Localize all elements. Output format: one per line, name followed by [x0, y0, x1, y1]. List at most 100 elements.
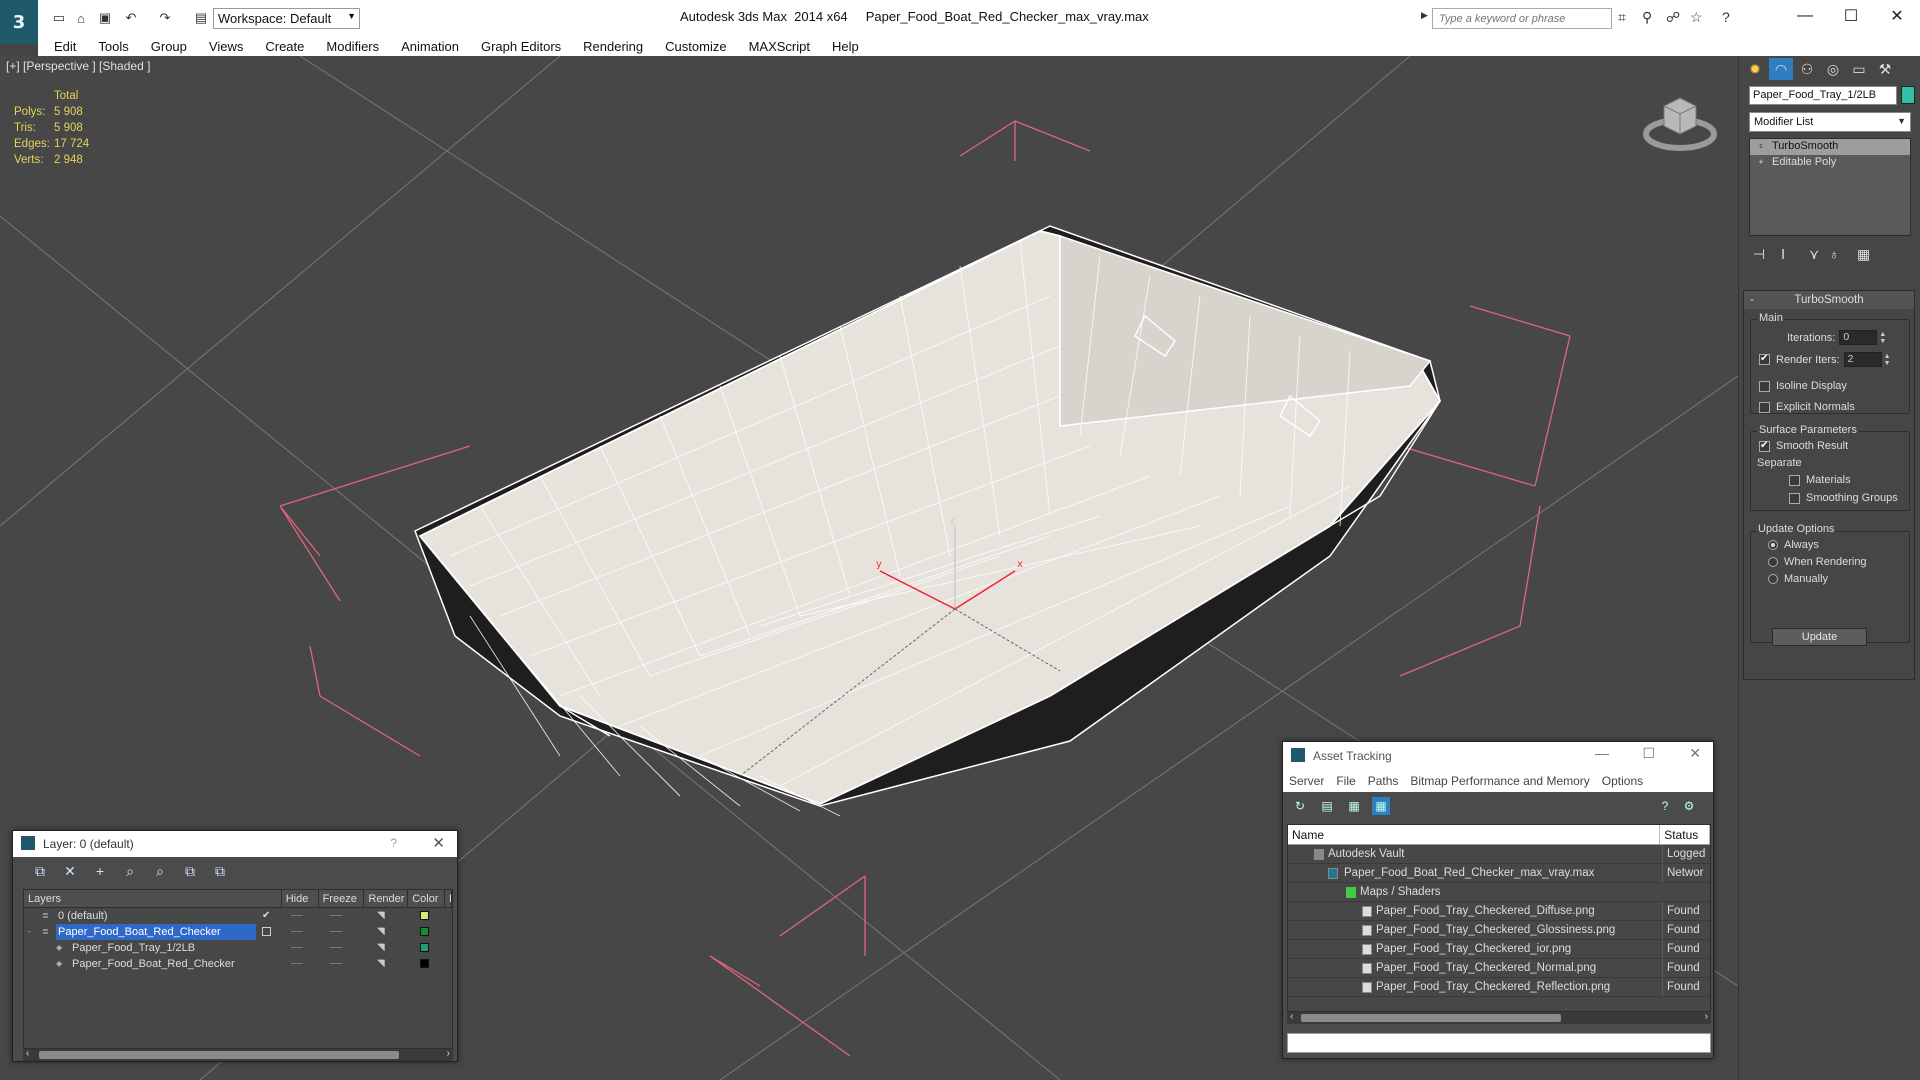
save-file-icon[interactable]: ▣: [96, 9, 114, 27]
collapse-minus-icon[interactable]: -: [28, 927, 37, 936]
asset-row[interactable]: Autodesk Vault Logged: [1288, 845, 1710, 864]
render-teapot-icon[interactable]: ◥: [377, 924, 385, 940]
column-name[interactable]: Name: [1288, 825, 1661, 844]
layer-row[interactable]: - ≣ Paper_Food_Boat_Red_Checker ◥: [24, 924, 452, 940]
viewcube-icon[interactable]: [1640, 86, 1720, 156]
column-layers[interactable]: Layers: [24, 890, 282, 907]
help-icon[interactable]: ?: [390, 836, 397, 850]
menu-edit[interactable]: Edit: [38, 39, 87, 54]
create-tab-icon[interactable]: ✹: [1743, 58, 1767, 80]
maximize-icon[interactable]: ☐: [1642, 745, 1655, 762]
asset-row[interactable]: Paper_Food_Tray_Checkered_Diffuse.png Fo…: [1288, 902, 1710, 921]
utilities-tab-icon[interactable]: ⚒: [1873, 58, 1897, 80]
close-icon[interactable]: ✕: [432, 834, 445, 852]
menu-graph-editors[interactable]: Graph Editors: [470, 39, 572, 54]
motion-tab-icon[interactable]: ◎: [1821, 58, 1845, 80]
undo-icon[interactable]: ↶: [122, 9, 140, 27]
lightbulb-icon[interactable]: ♀: [1756, 141, 1766, 151]
render-iters-spinner[interactable]: 2: [1843, 352, 1882, 367]
table-view-icon[interactable]: ▦: [1372, 797, 1390, 815]
column-hide[interactable]: Hide: [282, 890, 319, 907]
settings-icon[interactable]: ⚙: [1680, 797, 1698, 815]
menu-group[interactable]: Group: [140, 39, 198, 54]
asset-path-field[interactable]: [1287, 1033, 1711, 1053]
asset-row[interactable]: Paper_Food_Tray_Checkered_Glossiness.png…: [1288, 921, 1710, 940]
add-selection-box-icon[interactable]: [262, 927, 271, 936]
minimize-icon[interactable]: —: [1595, 745, 1609, 761]
paper-food-boat-model[interactable]: [414, 225, 1442, 817]
column-radiosity[interactable]: R: [445, 890, 453, 907]
help-icon[interactable]: ?: [1722, 9, 1730, 25]
details-view-icon[interactable]: ▦: [1345, 797, 1363, 815]
minimize-icon[interactable]: —: [1782, 0, 1828, 32]
scroll-right-icon[interactable]: ›: [447, 1048, 450, 1059]
layer-horizontal-scrollbar[interactable]: ‹ ›: [23, 1048, 453, 1061]
show-end-result-icon[interactable]: Ⅰ: [1781, 246, 1785, 263]
asset-menu-options[interactable]: Options: [1602, 774, 1643, 788]
iterations-spinner[interactable]: 0: [1839, 330, 1878, 345]
layer-color-swatch[interactable]: [420, 927, 429, 936]
project-folder-icon[interactable]: ▤: [192, 9, 210, 27]
asset-row[interactable]: Paper_Food_Boat_Red_Checker_max_vray.max…: [1288, 864, 1710, 883]
menu-create[interactable]: Create: [254, 39, 315, 54]
new-layer-icon[interactable]: ⧉: [29, 861, 51, 881]
object-name-field[interactable]: Paper_Food_Tray_1/2LB: [1749, 86, 1897, 105]
close-icon[interactable]: ✕: [1874, 0, 1920, 32]
spinner-arrows-icon[interactable]: ▲ ▼: [1879, 331, 1886, 345]
refresh-icon[interactable]: ↻: [1291, 797, 1309, 815]
explicit-normals-checkbox[interactable]: [1759, 401, 1770, 413]
layer-color-swatch[interactable]: [420, 959, 429, 968]
menu-rendering[interactable]: Rendering: [572, 39, 654, 54]
column-status[interactable]: Status: [1660, 825, 1710, 844]
maximize-icon[interactable]: ☐: [1828, 0, 1874, 32]
delete-layer-icon[interactable]: ✕: [59, 861, 81, 881]
binoculars-icon[interactable]: ⌗: [1618, 9, 1626, 26]
menu-help[interactable]: Help: [821, 39, 870, 54]
menu-customize[interactable]: Customize: [654, 39, 737, 54]
expand-search-icon[interactable]: ▶: [1421, 10, 1428, 21]
open-file-icon[interactable]: ⌂: [72, 9, 90, 27]
new-file-icon[interactable]: ▭: [50, 9, 68, 27]
layer-window-titlebar[interactable]: Layer: 0 (default) ? ✕: [13, 831, 457, 857]
asset-window-titlebar[interactable]: Asset Tracking — ☐ ✕: [1283, 742, 1713, 770]
app-logo-button[interactable]: 3: [0, 0, 38, 44]
smooth-result-checkbox[interactable]: [1759, 440, 1770, 452]
scroll-right-icon[interactable]: ›: [1705, 1011, 1708, 1022]
workspace-dropdown[interactable]: Workspace: Default ▼: [213, 8, 360, 29]
configure-sets-icon[interactable]: ▦: [1857, 246, 1870, 263]
isoline-checkbox[interactable]: [1759, 380, 1770, 392]
modifier-list-dropdown[interactable]: Modifier List ▼: [1749, 112, 1911, 132]
modify-tab-icon[interactable]: ◠: [1769, 58, 1793, 80]
display-tab-icon[interactable]: ▭: [1847, 58, 1871, 80]
column-freeze[interactable]: Freeze: [319, 890, 365, 907]
viewport-label[interactable]: [+] [Perspective ] [Shaded ]: [6, 59, 150, 73]
pin-stack-icon[interactable]: ⊣: [1753, 246, 1765, 263]
subscription-icon[interactable]: ⚲: [1642, 9, 1652, 26]
menu-animation[interactable]: Animation: [390, 39, 470, 54]
search-input[interactable]: [1432, 8, 1612, 29]
menu-maxscript[interactable]: MAXScript: [738, 39, 821, 54]
scroll-left-icon[interactable]: ‹: [26, 1048, 29, 1059]
layer-row[interactable]: ◈ Paper_Food_Boat_Red_Checker ◥: [24, 956, 452, 972]
layer-row[interactable]: ◈ Paper_Food_Tray_1/2LB ◥: [24, 940, 452, 956]
update-button[interactable]: Update: [1772, 628, 1867, 646]
active-layer-check-icon[interactable]: ✔: [262, 908, 270, 924]
close-icon[interactable]: ✕: [1689, 745, 1701, 762]
asset-horizontal-scrollbar[interactable]: ‹ ›: [1287, 1011, 1711, 1024]
help-icon[interactable]: ?: [1656, 797, 1674, 815]
freeze-all-layers-icon[interactable]: ⧉: [209, 861, 231, 881]
layer-color-swatch[interactable]: [420, 943, 429, 952]
always-radio[interactable]: [1768, 540, 1778, 550]
menu-tools[interactable]: Tools: [87, 39, 139, 54]
smoothing-groups-checkbox[interactable]: [1789, 492, 1800, 504]
asset-menu-bitmap-performance[interactable]: Bitmap Performance and Memory: [1410, 774, 1589, 788]
render-iters-checkbox[interactable]: [1759, 353, 1770, 365]
column-render[interactable]: Render: [364, 890, 409, 907]
asset-row[interactable]: Paper_Food_Tray_Checkered_Reflection.png…: [1288, 978, 1710, 997]
render-teapot-icon[interactable]: ◥: [377, 940, 385, 956]
remove-modifier-icon[interactable]: ♁: [1829, 246, 1840, 262]
highlight-layer-icon[interactable]: ⌕: [149, 861, 171, 881]
rollout-title[interactable]: - TurboSmooth: [1744, 291, 1914, 309]
render-teapot-icon[interactable]: ◥: [377, 908, 385, 924]
render-teapot-icon[interactable]: ◥: [377, 956, 385, 972]
